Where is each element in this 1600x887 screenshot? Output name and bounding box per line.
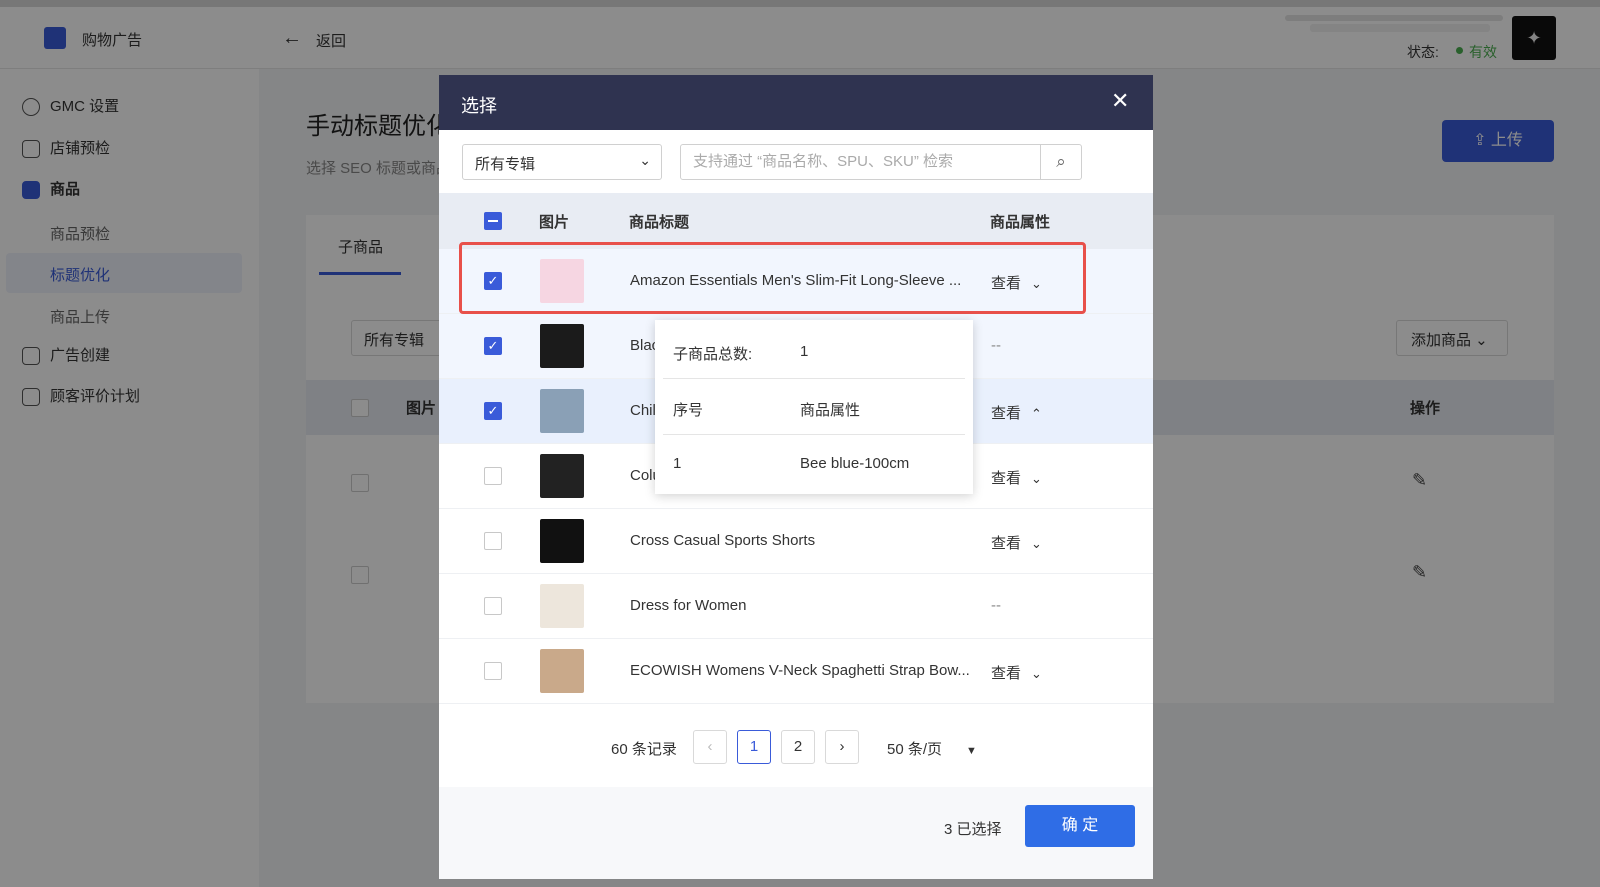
product-thumbnail	[540, 649, 584, 693]
attr-label: --	[991, 337, 1001, 354]
chevron-down-icon: ⌄	[639, 152, 651, 168]
row-checkbox[interactable]: ✓	[484, 402, 502, 420]
product-thumbnail	[540, 389, 584, 433]
attr-label: 查看	[991, 405, 1022, 422]
prev-page-button[interactable]: ‹	[693, 730, 727, 764]
row-checkbox[interactable]	[484, 467, 502, 485]
modal-header	[439, 75, 1153, 130]
product-thumbnail	[540, 324, 584, 368]
select-all-checkbox[interactable]	[484, 212, 502, 230]
highlight-box	[459, 242, 1086, 314]
attr-popover: 子商品总数: 1 序号 商品属性 1 Bee blue-100cm	[655, 320, 973, 494]
divider	[663, 378, 965, 379]
attr-label: 查看	[991, 665, 1022, 682]
col-title: 商品标题	[629, 214, 690, 231]
product-thumbnail	[540, 454, 584, 498]
album-select-value: 所有专辑	[475, 156, 536, 173]
next-page-button[interactable]: ›	[825, 730, 859, 764]
row-checkbox[interactable]	[484, 532, 502, 550]
page-1-button[interactable]: 1	[737, 730, 771, 764]
modal-table-header: 图片 商品标题 商品属性	[439, 193, 1153, 249]
chevron-up-icon: ⌃	[1031, 406, 1042, 421]
popover-row-attr: Bee blue-100cm	[800, 455, 910, 472]
popover-col-attr: 商品属性	[800, 402, 861, 419]
attr-label: 查看	[991, 535, 1022, 552]
product-title: Chil	[630, 402, 656, 419]
popover-row-index: 1	[673, 455, 682, 472]
chevron-down-icon: ⌄	[1031, 471, 1042, 486]
page-size-value: 50 条/页	[887, 741, 943, 758]
row-checkbox[interactable]	[484, 662, 502, 680]
caret-down-icon: ▼	[966, 745, 977, 757]
product-title: Cross Casual Sports Shorts	[630, 532, 816, 549]
chevron-down-icon: ⌄	[1031, 536, 1042, 551]
attr-view-toggle[interactable]: 查看 ⌄	[991, 467, 1042, 488]
page-size-select[interactable]: 50 条/页 ▼	[887, 738, 977, 759]
product-title: ECOWISH Womens V-Neck Spaghetti Strap Bo…	[630, 662, 970, 679]
close-icon[interactable]: ✕	[1111, 88, 1129, 114]
table-row[interactable]: Dress for Women --	[439, 574, 1153, 639]
page-2-button[interactable]: 2	[781, 730, 815, 764]
table-row[interactable]: ECOWISH Womens V-Neck Spaghetti Strap Bo…	[439, 639, 1153, 704]
row-checkbox[interactable]: ✓	[484, 337, 502, 355]
product-title: Dress for Women	[630, 597, 747, 614]
confirm-button[interactable]: 确 定	[1025, 805, 1135, 847]
select-modal: 选择 ✕ 所有专辑 ⌄ ⌕ 图片 商品标题 商品属性 ✓ Amazon Esse…	[439, 75, 1153, 879]
col-attr: 商品属性	[990, 214, 1051, 231]
attr-view-toggle[interactable]: 查看 ⌃	[991, 402, 1042, 423]
pagination-records: 60 条记录	[611, 741, 677, 758]
attr-label: --	[991, 597, 1001, 614]
product-thumbnail	[540, 519, 584, 563]
divider	[663, 434, 965, 435]
product-thumbnail	[540, 584, 584, 628]
selected-count: 3 已选择	[944, 821, 1002, 838]
popover-total-label: 子商品总数:	[673, 346, 753, 363]
col-image: 图片	[539, 214, 570, 231]
search-input[interactable]	[681, 145, 1045, 177]
search-icon[interactable]: ⌕	[1040, 145, 1081, 179]
attr-label: 查看	[991, 470, 1022, 487]
popover-col-index: 序号	[673, 402, 704, 419]
table-row[interactable]: Cross Casual Sports Shorts 查看 ⌄	[439, 509, 1153, 574]
attr-view-toggle[interactable]: 查看 ⌄	[991, 662, 1042, 683]
modal-title: 选择	[461, 96, 497, 116]
chevron-down-icon: ⌄	[1031, 666, 1042, 681]
album-select[interactable]: 所有专辑 ⌄	[462, 144, 662, 180]
search-box: ⌕	[680, 144, 1082, 180]
popover-total-value: 1	[800, 343, 809, 360]
attr-view-toggle[interactable]: 查看 ⌄	[991, 532, 1042, 553]
row-checkbox[interactable]	[484, 597, 502, 615]
